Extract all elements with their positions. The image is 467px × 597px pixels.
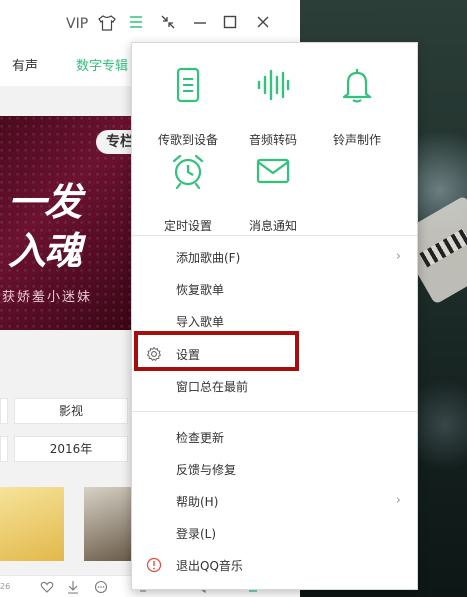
menu-item-feedback-repair[interactable]: 反馈与修复: [132, 454, 417, 484]
filter-cell[interactable]: [0, 398, 8, 424]
menu-item-add-song[interactable]: 添加歌曲(F) ›: [132, 242, 417, 272]
menu-item-exit[interactable]: 退出QQ音乐: [132, 550, 417, 580]
chevron-right-icon: ›: [395, 493, 401, 508]
menu-item-label: 退出QQ音乐: [176, 559, 243, 573]
envelope-icon: [253, 151, 293, 191]
phone-icon: [168, 65, 208, 105]
filter-film[interactable]: 影视: [14, 398, 128, 424]
album-thumbnail[interactable]: [84, 487, 134, 561]
menu-icon[interactable]: [128, 14, 144, 34]
exit-icon: [146, 557, 162, 573]
feature-timer[interactable]: 定时设置: [143, 151, 233, 233]
chevron-right-icon: ›: [395, 249, 401, 264]
feature-label: 定时设置: [163, 219, 212, 233]
promo-banner[interactable]: 专栏 一发 入魂 获娇羞小迷妹: [0, 116, 134, 330]
minimize-icon[interactable]: [192, 14, 208, 34]
feature-notifications[interactable]: 消息通知: [228, 151, 318, 233]
menu-item-label: 反馈与修复: [176, 463, 237, 477]
title-bar: VIP: [0, 0, 300, 46]
menu-item-label: 添加歌曲(F): [176, 251, 241, 265]
feature-label: 铃声制作: [332, 133, 381, 147]
skin-icon[interactable]: [98, 14, 116, 34]
menu-item-label: 检查更新: [176, 431, 225, 445]
menu-item-label: 窗口总在最前: [176, 380, 249, 394]
vip-link[interactable]: VIP: [66, 14, 88, 34]
tab-audio[interactable]: 有声: [12, 55, 38, 74]
heart-icon[interactable]: [40, 580, 54, 597]
main-menu-popup: 传歌到设备 音频转码 铃声制作 定时设置 消息通知 添加歌曲(F) › 恢复歌单…: [131, 42, 418, 590]
banner-headline-1: 一发: [8, 179, 82, 224]
alarm-clock-icon: [168, 151, 208, 191]
banner-headline-2: 入魂: [8, 228, 82, 273]
feature-audio-transcode[interactable]: 音频转码: [228, 65, 318, 147]
tab-digital-album[interactable]: 数字专辑: [76, 55, 128, 74]
menu-item-login[interactable]: 登录(L): [132, 518, 417, 548]
feature-transfer-to-device[interactable]: 传歌到设备: [143, 65, 233, 147]
download-icon[interactable]: [66, 580, 80, 597]
filter-year[interactable]: 2016年: [14, 436, 128, 462]
menu-item-help[interactable]: 帮助(H) ›: [132, 486, 417, 516]
menu-item-label: 恢复歌单: [176, 283, 225, 297]
maximize-icon[interactable]: [222, 14, 238, 34]
feature-label: 消息通知: [248, 219, 297, 233]
comment-icon[interactable]: [94, 580, 108, 597]
menu-item-label: 登录(L): [176, 527, 217, 541]
banner-subtitle: 获娇羞小迷妹: [2, 290, 93, 305]
filter-cell[interactable]: [0, 436, 8, 462]
feature-label: 传歌到设备: [157, 133, 218, 147]
banner-badge: 专栏: [96, 130, 134, 154]
waveform-icon: [253, 65, 293, 105]
menu-item-always-on-top[interactable]: 窗口总在最前: [132, 371, 417, 401]
feature-ringtone-maker[interactable]: 铃声制作: [312, 65, 402, 147]
footer-count: 26: [0, 582, 11, 591]
menu-item-label: 导入歌单: [176, 315, 225, 329]
album-thumbnail[interactable]: [0, 487, 64, 561]
bell-icon: [337, 65, 377, 105]
menu-item-check-update[interactable]: 检查更新: [132, 422, 417, 452]
menu-item-restore-playlist[interactable]: 恢复歌单: [132, 274, 417, 304]
close-icon[interactable]: [255, 14, 271, 34]
menu-item-label: 帮助(H): [176, 495, 219, 509]
shrink-icon[interactable]: [160, 14, 176, 34]
menu-divider: [132, 411, 417, 412]
feature-label: 音频转码: [248, 133, 297, 147]
menu-divider: [132, 235, 417, 236]
settings-highlight-box: [134, 331, 299, 371]
